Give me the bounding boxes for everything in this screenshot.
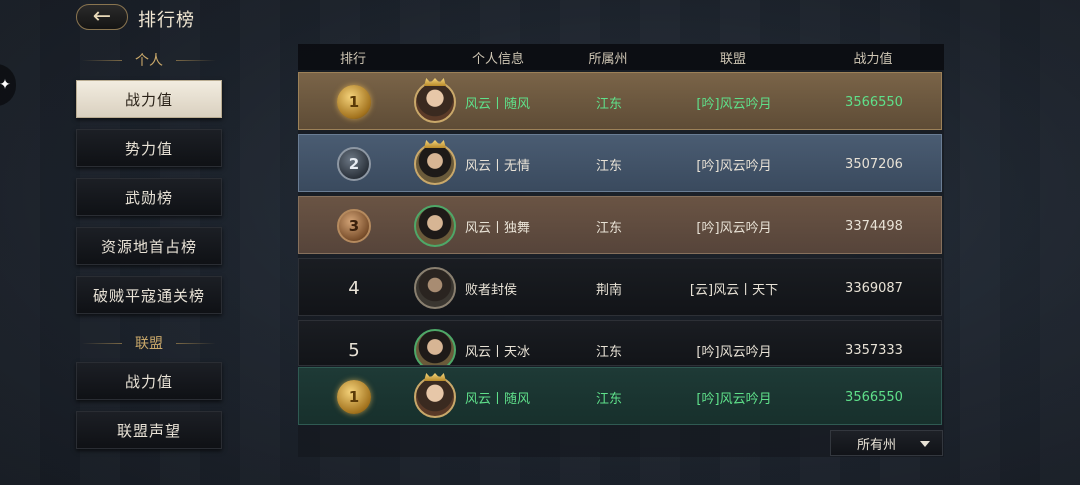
player-alliance: [吟]风云吟月 — [696, 220, 772, 236]
avatar[interactable] — [414, 376, 456, 418]
player-alliance: [吟]风云吟月 — [696, 96, 772, 112]
header-power: 战力值 — [853, 51, 893, 67]
avatar[interactable] — [414, 267, 456, 309]
player-power: 3566550 — [845, 389, 903, 405]
player-state: 江东 — [595, 220, 622, 236]
sparkle-icon: ✦ — [0, 77, 11, 93]
caret-down-icon — [920, 441, 930, 447]
header-rank: 排行 — [339, 51, 366, 67]
bronze-medal-icon: 3 — [337, 209, 371, 243]
avatar[interactable] — [414, 329, 456, 365]
header-state: 所属州 — [588, 51, 628, 67]
gold-medal-icon: 1 — [337, 380, 371, 414]
crown-icon — [424, 140, 446, 148]
player-alliance: [吟]风云吟月 — [696, 158, 772, 174]
sidebar-item-bandit-clear[interactable]: 破贼平寇通关榜 — [76, 276, 222, 314]
player-power: 3374498 — [845, 218, 903, 234]
player-power: 3507206 — [845, 156, 903, 172]
rank-number: 5 — [348, 339, 360, 361]
sidebar-item-personal-power[interactable]: 战力值 — [76, 80, 222, 118]
table-row[interactable]: 1 风云丨随风 江东 [吟]风云吟月 3566550 — [298, 72, 942, 130]
avatar[interactable] — [414, 143, 456, 185]
sidebar-item-influence[interactable]: 势力值 — [76, 129, 222, 167]
player-alliance: [吟]风云吟月 — [696, 391, 772, 407]
self-rank-row[interactable]: 1 风云丨随风 江东 [吟]风云吟月 3566550 — [298, 367, 942, 425]
player-state: 江东 — [595, 96, 622, 112]
player-power: 3357333 — [845, 342, 903, 358]
table-row[interactable]: 3 风云丨独舞 江东 [吟]风云吟月 3374498 — [298, 196, 942, 254]
sidebar-item-merit[interactable]: 武勋榜 — [76, 178, 222, 216]
player-power: 3566550 — [845, 94, 903, 110]
state-filter-dropdown[interactable]: 所有州 — [830, 430, 943, 456]
header-alliance: 联盟 — [719, 51, 746, 67]
avatar[interactable] — [414, 81, 456, 123]
ranking-table: 排行 个人信息 所属州 联盟 战力值 1 风云丨随风 江东 [吟]风云吟月 35… — [298, 44, 944, 457]
player-state: 江东 — [595, 344, 622, 360]
table-row[interactable]: 2 风云丨无情 江东 [吟]风云吟月 3507206 — [298, 134, 942, 192]
personal-section-label: 个人 — [76, 50, 222, 70]
sidebar-item-alliance-power[interactable]: 战力值 — [76, 362, 222, 400]
player-state: 江东 — [595, 391, 622, 407]
alliance-section-label: 联盟 — [76, 333, 222, 353]
player-alliance: [吟]风云吟月 — [696, 344, 772, 360]
back-button[interactable]: ← — [76, 4, 128, 30]
player-power: 3369087 — [845, 280, 903, 296]
crown-icon — [424, 78, 446, 86]
avatar[interactable] — [414, 205, 456, 247]
player-state: 荆南 — [595, 282, 622, 298]
gold-medal-icon: 1 — [337, 85, 371, 119]
player-alliance: [云]风云丨天下 — [689, 282, 779, 298]
player-state: 江东 — [595, 158, 622, 174]
rank-number: 4 — [348, 277, 360, 299]
table-row[interactable]: 5 风云丨天冰 江东 [吟]风云吟月 3357333 — [298, 320, 942, 366]
silver-medal-icon: 2 — [337, 147, 371, 181]
sidebar-item-resource-first[interactable]: 资源地首占榜 — [76, 227, 222, 265]
sidebar-item-alliance-prestige[interactable]: 联盟声望 — [76, 411, 222, 449]
filter-selected-value: 所有州 — [857, 437, 897, 453]
page-title: 排行榜 — [138, 10, 195, 31]
back-arrow-icon: ← — [92, 4, 112, 29]
table-row[interactable]: 4 败者封侯 荆南 [云]风云丨天下 3369087 — [298, 258, 942, 316]
crown-icon — [424, 373, 446, 381]
table-header: 排行 个人信息 所属州 联盟 战力值 — [298, 44, 944, 70]
